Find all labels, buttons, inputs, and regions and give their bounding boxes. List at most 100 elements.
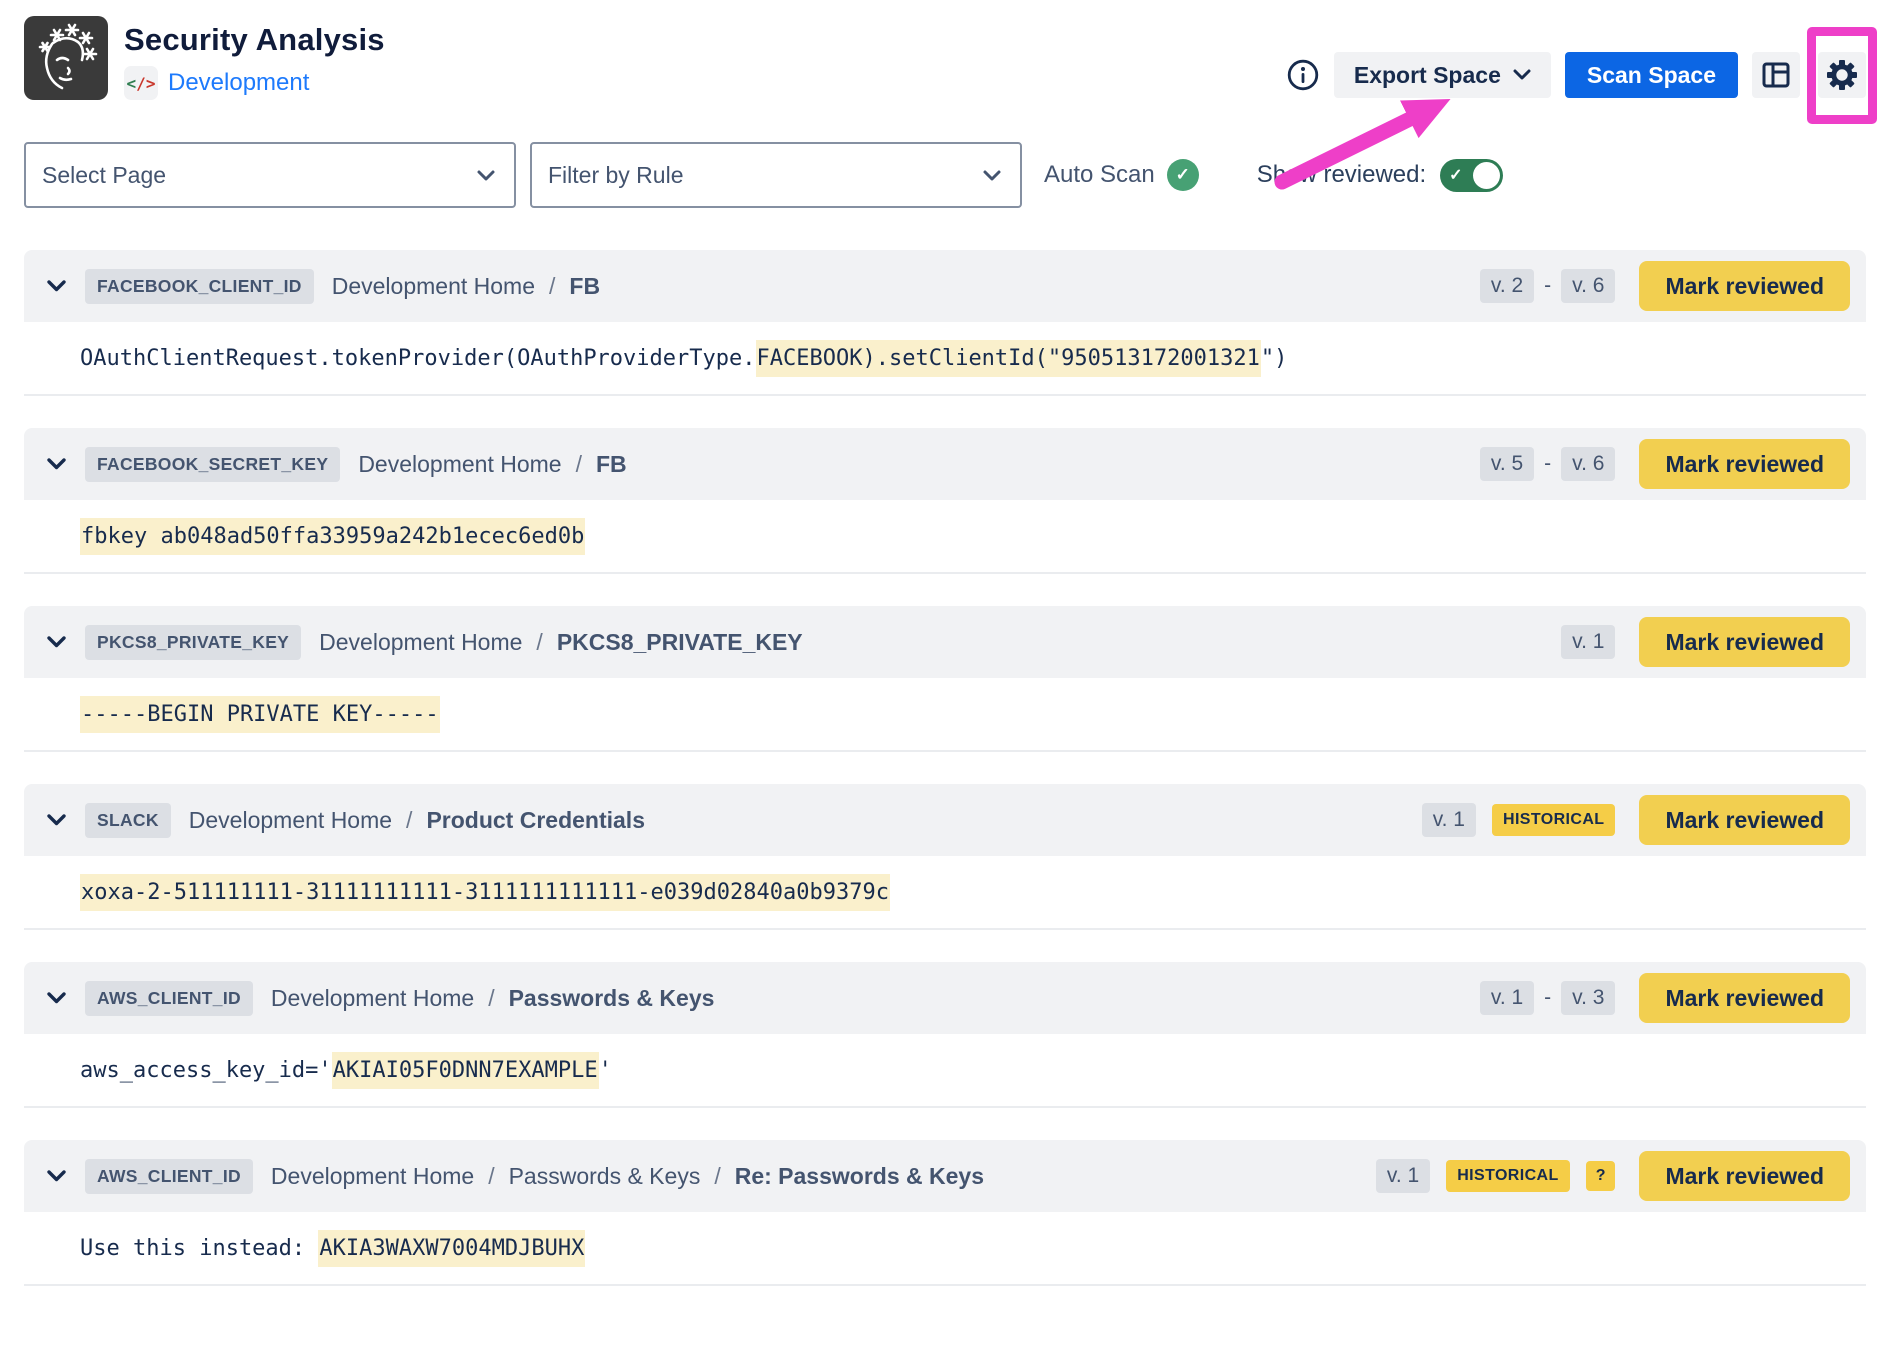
version-badge[interactable]: v. 1 <box>1561 625 1615 659</box>
finding-header[interactable]: AWS_CLIENT_ID Development Home/Passwords… <box>24 1140 1866 1212</box>
breadcrumb-segment[interactable]: Passwords & Keys <box>509 1163 701 1190</box>
breadcrumb-segment[interactable]: Development Home <box>189 807 392 834</box>
breadcrumb-segment[interactable]: FB <box>569 273 600 300</box>
finding-header-right: v. 1 HISTORICAL Mark reviewed <box>1422 795 1850 845</box>
version-badge[interactable]: v. 3 <box>1561 981 1615 1015</box>
breadcrumb-segment[interactable]: Product Credentials <box>426 807 645 834</box>
breadcrumb-segment[interactable]: PKCS8_PRIVATE_KEY <box>557 629 803 656</box>
code-space-icon: </> <box>124 66 158 100</box>
breadcrumb-segment[interactable]: Development Home <box>271 985 474 1012</box>
breadcrumb-separator: / <box>406 807 412 834</box>
export-space-button[interactable]: Export Space <box>1334 52 1551 98</box>
historical-badge: HISTORICAL <box>1446 1160 1569 1192</box>
info-button[interactable] <box>1286 58 1320 92</box>
select-page-dropdown[interactable]: Select Page <box>24 142 516 208</box>
collapse-chevron-icon[interactable] <box>46 1169 67 1183</box>
question-badge[interactable]: ? <box>1586 1161 1616 1191</box>
version-badge[interactable]: v. 6 <box>1561 269 1615 303</box>
version-badge[interactable]: v. 1 <box>1480 981 1534 1015</box>
mark-reviewed-button[interactable]: Mark reviewed <box>1639 795 1850 845</box>
version-separator: - <box>1544 452 1551 476</box>
gear-wrap <box>1818 52 1866 98</box>
info-icon <box>1286 58 1320 92</box>
scan-space-button[interactable]: Scan Space <box>1565 52 1738 98</box>
collapse-chevron-icon[interactable] <box>46 279 67 293</box>
chevron-down-icon <box>476 169 496 182</box>
secret-highlight: AKIA3WAXW7004MDJBUHX <box>318 1230 585 1267</box>
version-badges: v. 5-v. 6 <box>1480 447 1616 481</box>
breadcrumb: Development Home/FB <box>358 451 626 478</box>
finding-header[interactable]: SLACK Development Home / Product Credentia… <box>24 784 1866 856</box>
finding-header[interactable]: AWS_CLIENT_ID Development Home/Passwords… <box>24 962 1866 1034</box>
version-badges: v. 1 <box>1422 803 1476 837</box>
title-block: Security Analysis </> Development <box>124 16 385 100</box>
secret-highlight: FACEBOOK).setClientId("950513172001321 <box>756 340 1261 377</box>
breadcrumb: Development Home/Passwords & Keys/Re: Pa… <box>271 1163 984 1190</box>
filter-by-rule-placeholder: Filter by Rule <box>548 162 683 189</box>
page-title: Security Analysis <box>124 22 385 58</box>
finding-header-left: PKCS8_PRIVATE_KEY Development Home / PKCS8… <box>46 625 803 660</box>
finding-card: FACEBOOK_CLIENT_ID Development Home/FB v… <box>24 250 1866 396</box>
breadcrumb-segment[interactable]: Development Home <box>358 451 561 478</box>
gear-icon <box>1826 59 1858 91</box>
version-badge[interactable]: v. 1 <box>1422 803 1476 837</box>
version-badge[interactable]: v. 6 <box>1561 447 1615 481</box>
finding-header[interactable]: FACEBOOK_SECRET_KEY Development Home/FB … <box>24 428 1866 500</box>
mark-reviewed-button[interactable]: Mark reviewed <box>1639 973 1850 1023</box>
collapse-chevron-icon[interactable] <box>46 635 67 649</box>
code-text: OAuthClientRequest.tokenProvider(OAuthPr… <box>80 346 756 371</box>
breadcrumb: Development Home / Product Credentials <box>189 807 645 834</box>
code-text: aws_access_key_id=' <box>80 1058 332 1083</box>
secret-highlight: fbkey ab048ad50ffa33959a242b1ecec6ed0b <box>80 518 585 555</box>
breadcrumb: Development Home/Passwords & Keys <box>271 985 714 1012</box>
panel-layout-icon <box>1762 62 1790 88</box>
finding-header-left: SLACK Development Home / Product Credentia… <box>46 803 645 838</box>
filter-by-rule-dropdown[interactable]: Filter by Rule <box>530 142 1022 208</box>
settings-button[interactable] <box>1818 52 1866 98</box>
rule-badge: PKCS8_PRIVATE_KEY <box>85 625 301 660</box>
space-link[interactable]: Development <box>168 69 309 97</box>
breadcrumb-separator: / <box>536 629 542 656</box>
breadcrumb-segment[interactable]: FB <box>596 451 627 478</box>
face-logo-icon <box>24 16 108 100</box>
show-reviewed-toggle[interactable]: ✓ <box>1440 159 1503 192</box>
chevron-down-icon <box>1513 69 1531 81</box>
breadcrumb: Development Home / FB <box>332 273 600 300</box>
mark-reviewed-button[interactable]: Mark reviewed <box>1639 617 1850 667</box>
finding-card: PKCS8_PRIVATE_KEY Development Home / PKCS8… <box>24 606 1866 752</box>
code-snippet: aws_access_key_id='AKIAI05F0DNN7EXAMPLE' <box>80 1058 612 1083</box>
breadcrumb-segment[interactable]: Development Home <box>332 273 535 300</box>
select-page-placeholder: Select Page <box>42 162 166 189</box>
collapse-chevron-icon[interactable] <box>46 813 67 827</box>
breadcrumb-segment[interactable]: Development Home <box>319 629 522 656</box>
show-reviewed-control: Show reviewed: ✓ <box>1257 159 1503 192</box>
panel-view-button[interactable] <box>1752 52 1800 98</box>
mark-reviewed-button[interactable]: Mark reviewed <box>1639 261 1850 311</box>
collapse-chevron-icon[interactable] <box>46 991 67 1005</box>
finding-header[interactable]: PKCS8_PRIVATE_KEY Development Home / PKCS8… <box>24 606 1866 678</box>
finding-header[interactable]: FACEBOOK_CLIENT_ID Development Home/FB v… <box>24 250 1866 322</box>
rule-badge: AWS_CLIENT_ID <box>85 1159 253 1194</box>
breadcrumb-segment[interactable]: Development Home <box>271 1163 474 1190</box>
auto-scan-check-icon: ✓ <box>1167 159 1199 191</box>
breadcrumb-separator: / <box>549 273 555 300</box>
version-badge[interactable]: v. 2 <box>1480 269 1534 303</box>
mark-reviewed-button[interactable]: Mark reviewed <box>1639 1151 1850 1201</box>
breadcrumb-segment[interactable]: Passwords & Keys <box>509 985 715 1012</box>
findings-list: FACEBOOK_CLIENT_ID Development Home/FB v… <box>24 250 1866 1286</box>
toggle-knob <box>1473 162 1500 189</box>
breadcrumb-segment[interactable]: Re: Passwords & Keys <box>735 1163 984 1190</box>
filter-bar: Select Page Filter by Rule Auto Scan ✓ S… <box>24 142 1866 208</box>
auto-scan-label: Auto Scan <box>1044 161 1155 189</box>
page-header: Security Analysis </> Development Export… <box>24 16 1866 124</box>
header-left: Security Analysis </> Development <box>24 16 385 100</box>
version-badge[interactable]: v. 5 <box>1480 447 1534 481</box>
collapse-chevron-icon[interactable] <box>46 457 67 471</box>
finding-header-right: v. 1 Mark reviewed <box>1561 617 1850 667</box>
rule-badge: SLACK <box>85 803 171 838</box>
mark-reviewed-button[interactable]: Mark reviewed <box>1639 439 1850 489</box>
version-badges: v. 1 <box>1561 625 1615 659</box>
version-separator: - <box>1544 274 1551 298</box>
version-badge[interactable]: v. 1 <box>1376 1159 1430 1193</box>
finding-card: AWS_CLIENT_ID Development Home/Passwords… <box>24 1140 1866 1286</box>
